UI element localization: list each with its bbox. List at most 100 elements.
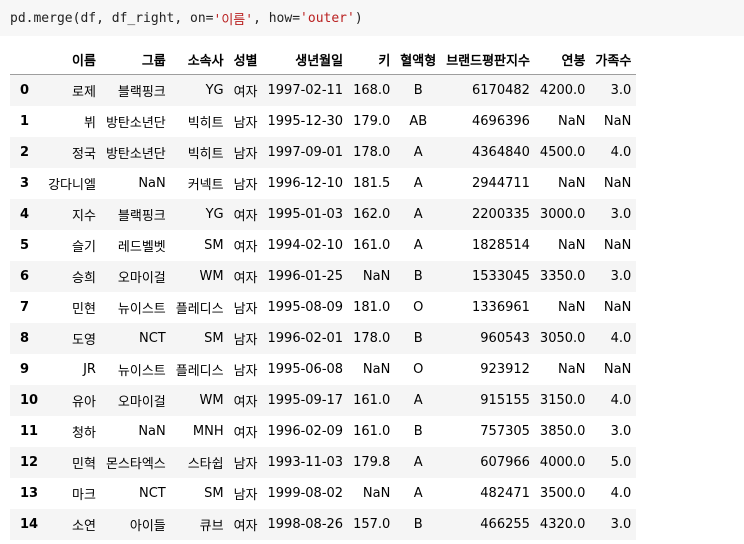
table-cell: 179.8 [353,455,391,470]
table-cell: 4.0 [610,486,632,501]
row-index: 4 [20,207,30,222]
table-cell: 1993-11-03 [267,455,344,470]
table-cell: 4.0 [610,145,632,160]
table-cell: NaN [603,114,632,129]
table-cell: 4696396 [472,114,530,129]
table-cell: 남자 [233,333,258,348]
table-row: 1 뷔 방탄소년단 빅히트 남자 1995-12-30 179.0 AB 4696396 NaN N… [10,106,636,137]
code-mid: , how= [253,10,301,26]
row-index: 10 [20,393,39,408]
table-cell: 뉴이스트 [117,364,166,379]
code-on-string: '이름' [213,12,254,28]
table-cell: 1533045 [472,269,530,284]
table-cell: NaN [558,114,586,129]
table-row: 8 도영 NCT SM 남자 1996-02-01 178.0 B 960543 3050.0 4.… [10,323,637,354]
table-row: 11 청하 NaN MNH 여자 1996-02-09 161.0 B 757305 3850.0… [10,416,636,447]
table-cell: 3350.0 [539,269,586,284]
table-cell: NaN [362,269,391,284]
table-body: 0 로제 블랙핑크 YG 여자 1997-02-11 168.0 B 6170482 4200.0… [10,74,637,540]
table-cell: 161.0 [353,424,391,439]
table-cell: 178.0 [353,145,391,160]
table-cell: 스타쉽 [187,457,224,472]
table-row: 4 지수 블랙핑크 YG 여자 1995-01-03 162.0 A 2200335 3000.0… [10,199,637,230]
table-cell: 3000.0 [539,207,586,222]
table-cell: 161.0 [353,238,391,253]
table-cell: 1995-09-17 [267,393,344,408]
table-cell: A [413,145,423,160]
table-cell: NaN [362,362,391,377]
table-cell: NaN [603,176,632,191]
table-cell: 레드벨벳 [117,240,166,255]
table-cell: 커넥트 [187,178,224,193]
table-cell: 6170482 [472,83,530,98]
table-cell: 4000.0 [539,455,586,470]
table-cell: 2200335 [472,207,530,222]
code-how-string: 'outer' [300,10,355,26]
table-cell: 161.0 [353,393,391,408]
row-index: 1 [20,114,30,129]
code-prefix: pd.merge(df, df_right, on= [10,10,214,26]
table-cell: 1998-08-26 [267,517,344,532]
table-cell: 빅히트 [187,116,224,131]
table-cell: NaN [558,238,586,253]
table-cell: 남자 [233,178,258,193]
table-cell: 민혁 [72,457,96,472]
table-cell: 179.0 [353,114,391,129]
code-cell[interactable]: pd.merge(df, df_right, on= '이름', how='out… [0,0,744,36]
table-cell: 청하 [72,426,96,441]
table-cell: 3850.0 [539,424,586,439]
table-cell: 몬스타엑스 [105,457,166,472]
table-cell: 민현 [72,302,96,317]
table-cell: 1999-08-02 [267,486,344,501]
table-cell: 2944711 [472,176,530,191]
table-cell: 여자 [233,240,258,255]
table-row: 14 소연 아이들 큐브 여자 1998-08-26 157.0 B 466255 4320.0 3… [10,509,637,540]
table-cell: JR [83,362,96,377]
table-cell: O [413,362,424,377]
table-cell: 마크 [72,488,96,503]
table-cell: WM [199,269,224,284]
table-cell: NaN [138,424,166,439]
table-cell: 482471 [480,486,530,501]
column-header: 가족수 [590,44,637,75]
table-row: 10 유아 오마이걸 WM 여자 1995-09-17 161.0 A 915155 3150.0… [10,385,637,416]
index-header [10,44,44,75]
table-cell: 1995-01-03 [267,207,344,222]
table-row: 12 민혁 몬스타엑스 스타쉽 남자 1993-11-03 179.8 A 607966 4000… [10,447,637,478]
table-cell: 남자 [233,457,258,472]
table-cell: B [413,269,423,284]
table-cell: NaN [558,300,586,315]
table-cell: 1995-12-30 [267,114,344,129]
table-cell: NaN [558,362,586,377]
table-cell: 뷔 [83,116,96,131]
table-cell: B [413,424,423,439]
table-cell: 남자 [233,147,258,162]
row-index: 12 [20,455,39,470]
table-cell: 여자 [233,426,258,441]
table-cell: 1994-02-10 [267,238,344,253]
table-cell: 플레디스 [175,302,224,317]
table-cell: 여자 [233,85,258,100]
table-cell: A [413,486,423,501]
table-row: 0 로제 블랙핑크 YG 여자 1997-02-11 168.0 B 6170482 4200.0… [10,74,637,106]
table-cell: 아이들 [129,519,166,534]
table-cell: 1995-08-09 [267,300,344,315]
table-cell: 4200.0 [539,83,586,98]
table-cell: 181.5 [353,176,391,191]
table-cell: SM [204,331,224,346]
table-cell: 도영 [72,333,96,348]
table-cell: 1996-02-01 [267,331,344,346]
table-cell: 1996-02-09 [267,424,344,439]
table-cell: NaN [558,176,586,191]
table-cell: SM [204,486,224,501]
row-index: 8 [20,331,30,346]
dataframe-table: 이름 그룹 소속사 성별 생년월일 키 혈액형 브랜드평판지수 연봉 가족수 0 로제 블랙핑크 YG 여… [10,44,637,540]
table-cell: 큐브 [199,519,224,534]
column-header: 키 [348,44,396,75]
table-cell: WM [199,393,224,408]
table-cell: 915155 [480,393,530,408]
table-cell: 3.0 [610,207,632,222]
table-cell: 157.0 [353,517,391,532]
table-cell: 블랙핑크 [117,85,166,100]
row-index: 7 [20,300,30,315]
